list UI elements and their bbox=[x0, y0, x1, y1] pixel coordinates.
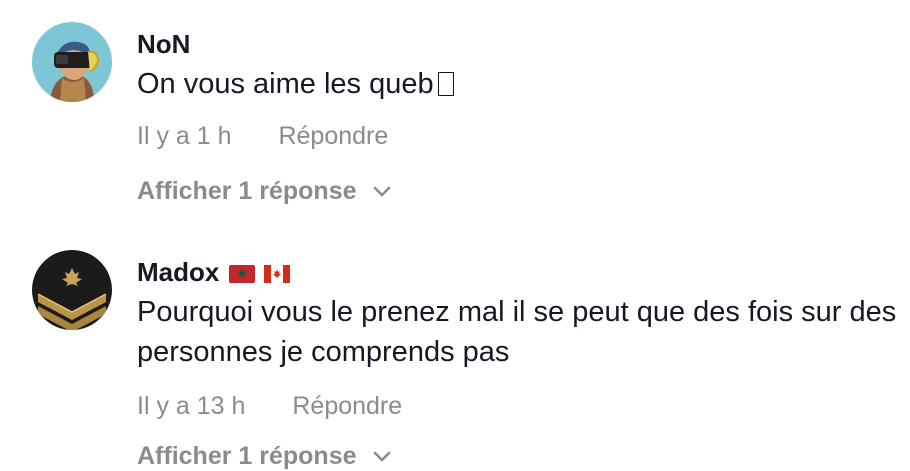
comment-item: Madox Pourquoi vous le prenez mal il se … bbox=[0, 230, 910, 470]
vr-headset-girl-avatar-icon bbox=[32, 22, 112, 102]
show-replies-label[interactable]: Afficher 1 réponse bbox=[137, 442, 357, 470]
comment-username[interactable]: NoN bbox=[137, 29, 190, 60]
comment-meta: Il y a 1 h Répondre bbox=[137, 122, 388, 151]
username-text[interactable]: Madox bbox=[137, 257, 219, 287]
comment-meta: Il y a 13 h Répondre bbox=[137, 392, 402, 421]
comment-body: Pourquoi vous le prenez mal il se peut q… bbox=[137, 296, 897, 368]
missing-glyph-emoji-icon bbox=[437, 72, 454, 96]
comment-text: On vous aime les queb bbox=[137, 64, 897, 104]
show-replies-button[interactable]: Afficher 1 réponse bbox=[137, 442, 391, 471]
morocco-flag-icon bbox=[228, 265, 255, 284]
avatar[interactable] bbox=[32, 22, 112, 102]
comment-body: On vous aime les queb bbox=[137, 68, 434, 100]
comment-timestamp: Il y a 1 h bbox=[137, 122, 232, 150]
reply-button[interactable]: Répondre bbox=[278, 122, 388, 150]
comment-text: Pourquoi vous le prenez mal il se peut q… bbox=[137, 292, 897, 372]
canada-flag-icon bbox=[263, 265, 290, 284]
military-chevron-avatar-icon bbox=[32, 250, 112, 330]
comment-username[interactable]: Madox bbox=[137, 257, 290, 288]
avatar[interactable] bbox=[32, 250, 112, 330]
reply-button[interactable]: Répondre bbox=[292, 392, 402, 420]
show-replies-label[interactable]: Afficher 1 réponse bbox=[137, 177, 357, 205]
show-replies-button[interactable]: Afficher 1 réponse bbox=[137, 177, 391, 206]
comment-timestamp: Il y a 13 h bbox=[137, 392, 246, 420]
chevron-down-icon[interactable] bbox=[373, 186, 391, 198]
username-text[interactable]: NoN bbox=[137, 29, 190, 59]
comment-item: NoN On vous aime les queb Il y a 1 h Rép… bbox=[0, 0, 910, 230]
